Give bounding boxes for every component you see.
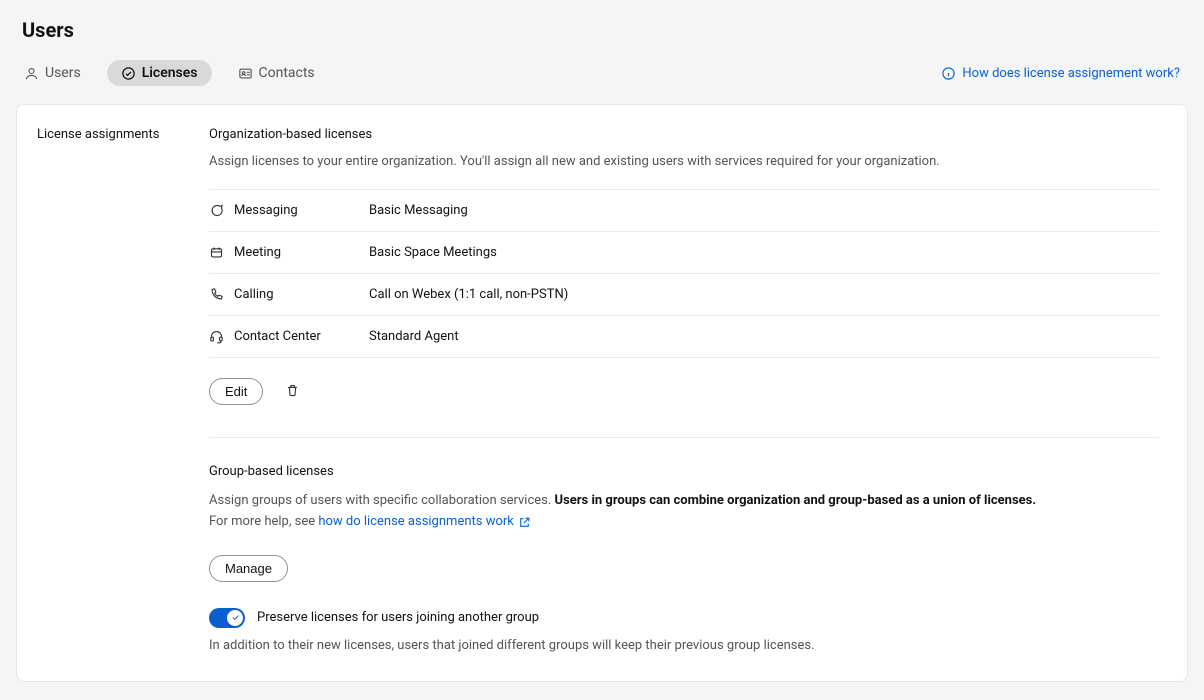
user-icon (24, 66, 39, 81)
how-license-works-link[interactable]: how do license assignments work (318, 512, 531, 533)
license-row-label: Messaging (234, 203, 298, 218)
license-row-value: Standard Agent (369, 329, 459, 344)
license-row-label: Meeting (234, 245, 281, 260)
info-icon (941, 66, 956, 81)
group-desc-more-pre: For more help, see (209, 514, 318, 529)
edit-button[interactable]: Edit (209, 378, 263, 405)
side-heading: License assignments (37, 127, 209, 142)
license-row-value: Call on Webex (1:1 call, non-PSTN) (369, 287, 568, 302)
tab-users[interactable]: Users (22, 61, 83, 85)
license-row-value: Basic Space Meetings (369, 245, 497, 260)
id-card-icon (238, 66, 253, 81)
check-icon (231, 613, 240, 622)
group-section-title: Group-based licenses (209, 464, 1159, 479)
license-row-value: Basic Messaging (369, 203, 468, 218)
license-card: License assignments Organization-based l… (16, 104, 1188, 682)
delete-button[interactable] (281, 379, 304, 405)
tab-contacts-label: Contacts (259, 65, 315, 81)
preserve-licenses-label: Preserve licenses for users joining anot… (257, 610, 539, 625)
manage-button[interactable]: Manage (209, 555, 288, 582)
help-link-label: How does license assignement work? (962, 66, 1180, 81)
page-title: Users (16, 18, 1188, 42)
meeting-icon (209, 245, 224, 260)
tab-licenses[interactable]: Licenses (107, 60, 212, 86)
tab-users-label: Users (45, 65, 81, 81)
preserve-licenses-helper: In addition to their new licenses, users… (209, 638, 1159, 653)
license-row-contact-center: Contact Center Standard Agent (209, 315, 1159, 358)
license-table: Messaging Basic Messaging Meeting Basic … (209, 189, 1159, 358)
tab-bar: Users Licenses Contacts How does license… (16, 60, 1188, 86)
how-license-works-label: how do license assignments work (318, 512, 514, 533)
license-row-calling: Calling Call on Webex (1:1 call, non-PST… (209, 273, 1159, 315)
license-row-label: Contact Center (234, 329, 321, 344)
calling-icon (209, 287, 224, 302)
tab-contacts[interactable]: Contacts (236, 61, 317, 85)
preserve-licenses-toggle[interactable] (209, 608, 245, 628)
messaging-icon (209, 203, 224, 218)
check-circle-icon (121, 66, 136, 81)
group-section-desc: Assign groups of users with specific col… (209, 491, 1159, 533)
org-section-desc: Assign licenses to your entire organizat… (209, 154, 1159, 169)
headset-icon (209, 329, 224, 344)
org-section-title: Organization-based licenses (209, 127, 1159, 142)
trash-icon (285, 383, 300, 398)
license-row-messaging: Messaging Basic Messaging (209, 189, 1159, 231)
external-link-icon (518, 516, 531, 529)
license-row-meeting: Meeting Basic Space Meetings (209, 231, 1159, 273)
license-row-label: Calling (234, 287, 274, 302)
group-desc-bold: Users in groups can combine organization… (555, 493, 1037, 508)
group-desc-pre: Assign groups of users with specific col… (209, 493, 555, 508)
help-link[interactable]: How does license assignement work? (941, 66, 1180, 81)
tab-licenses-label: Licenses (142, 65, 198, 81)
